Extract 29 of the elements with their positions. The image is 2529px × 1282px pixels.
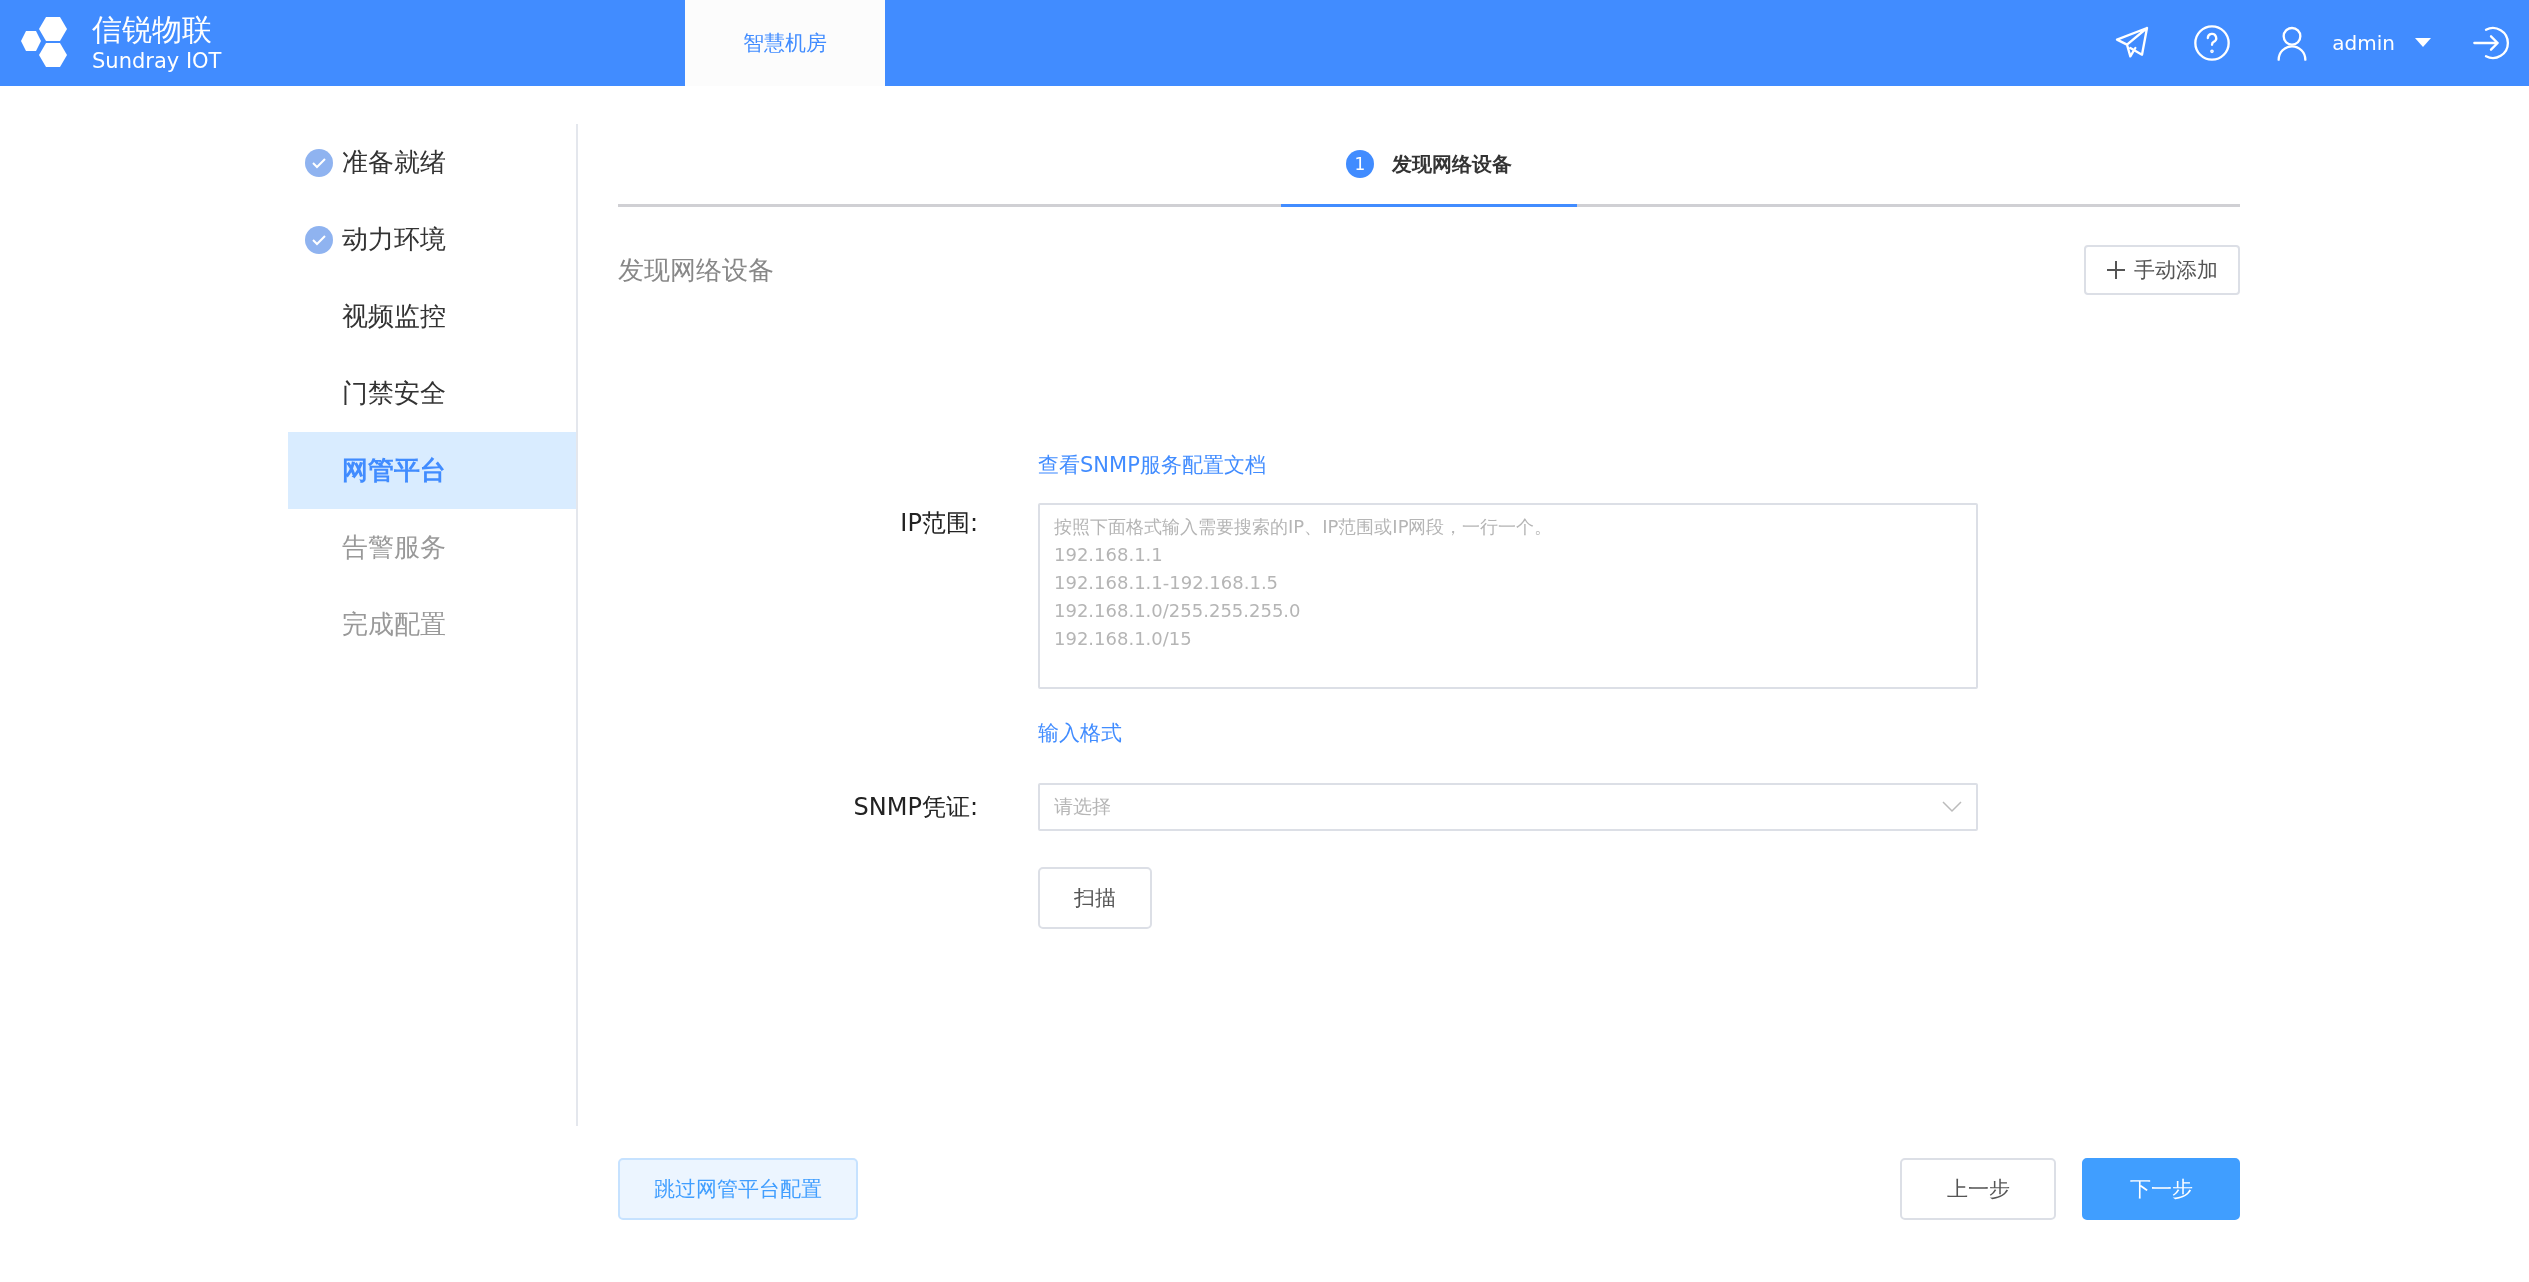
- nav-tab[interactable]: 智慧机房: [685, 0, 885, 86]
- previous-button[interactable]: 上一步: [1900, 1158, 2056, 1220]
- ip-range-field[interactable]: 按照下面格式输入需要搜索的IP、IP范围或IP网段，一行一个。 192.168.1.1 192.168.1.1-192.168.1.5 192.168.1.0/255.255.255.0 192.168.1.0/15: [1038, 503, 1978, 689]
- step-tab[interactable]: 1 发现网络设备: [1281, 124, 1577, 207]
- chevron-down-icon: [1942, 801, 1962, 813]
- sidebar-item[interactable]: 准备就绪: [288, 124, 576, 201]
- brand-subtitle: Sundray IOT: [92, 48, 222, 74]
- add-button[interactable]: 手动添加: [2084, 245, 2240, 295]
- sidebar-item[interactable]: 视频监控: [288, 278, 576, 355]
- step-label: 发现网络设备: [1392, 150, 1512, 178]
- plus-icon: [2106, 260, 2126, 280]
- add-button-label: 手动添加: [2134, 257, 2218, 284]
- next-button[interactable]: 下一步: [2082, 1158, 2240, 1220]
- format-link[interactable]: 输入格式: [1038, 721, 1122, 745]
- user-name[interactable]: admin: [2332, 31, 2395, 55]
- step-number: 1: [1346, 150, 1374, 178]
- field-label: SNMP凭证:: [852, 792, 978, 823]
- help-icon[interactable]: [2192, 23, 2233, 63]
- sidebar-item[interactable]: 网管平台: [288, 432, 576, 509]
- skip-button[interactable]: 跳过网管平台配置: [618, 1158, 858, 1220]
- caret-icon[interactable]: [2415, 38, 2431, 48]
- sidebar-item[interactable]: 门禁安全: [288, 355, 576, 432]
- scan-button[interactable]: 扫描: [1038, 867, 1152, 929]
- section-title: 发现网络设备: [618, 253, 774, 287]
- sidebar-item[interactable]: 动力环境: [288, 201, 576, 278]
- brand-name: 信锐物联: [92, 12, 213, 48]
- field-label: IP范围:: [899, 508, 978, 539]
- snmp-select[interactable]: 请选择: [1038, 783, 1978, 831]
- doc-link[interactable]: 查看SNMP服务配置文档: [1038, 453, 1266, 477]
